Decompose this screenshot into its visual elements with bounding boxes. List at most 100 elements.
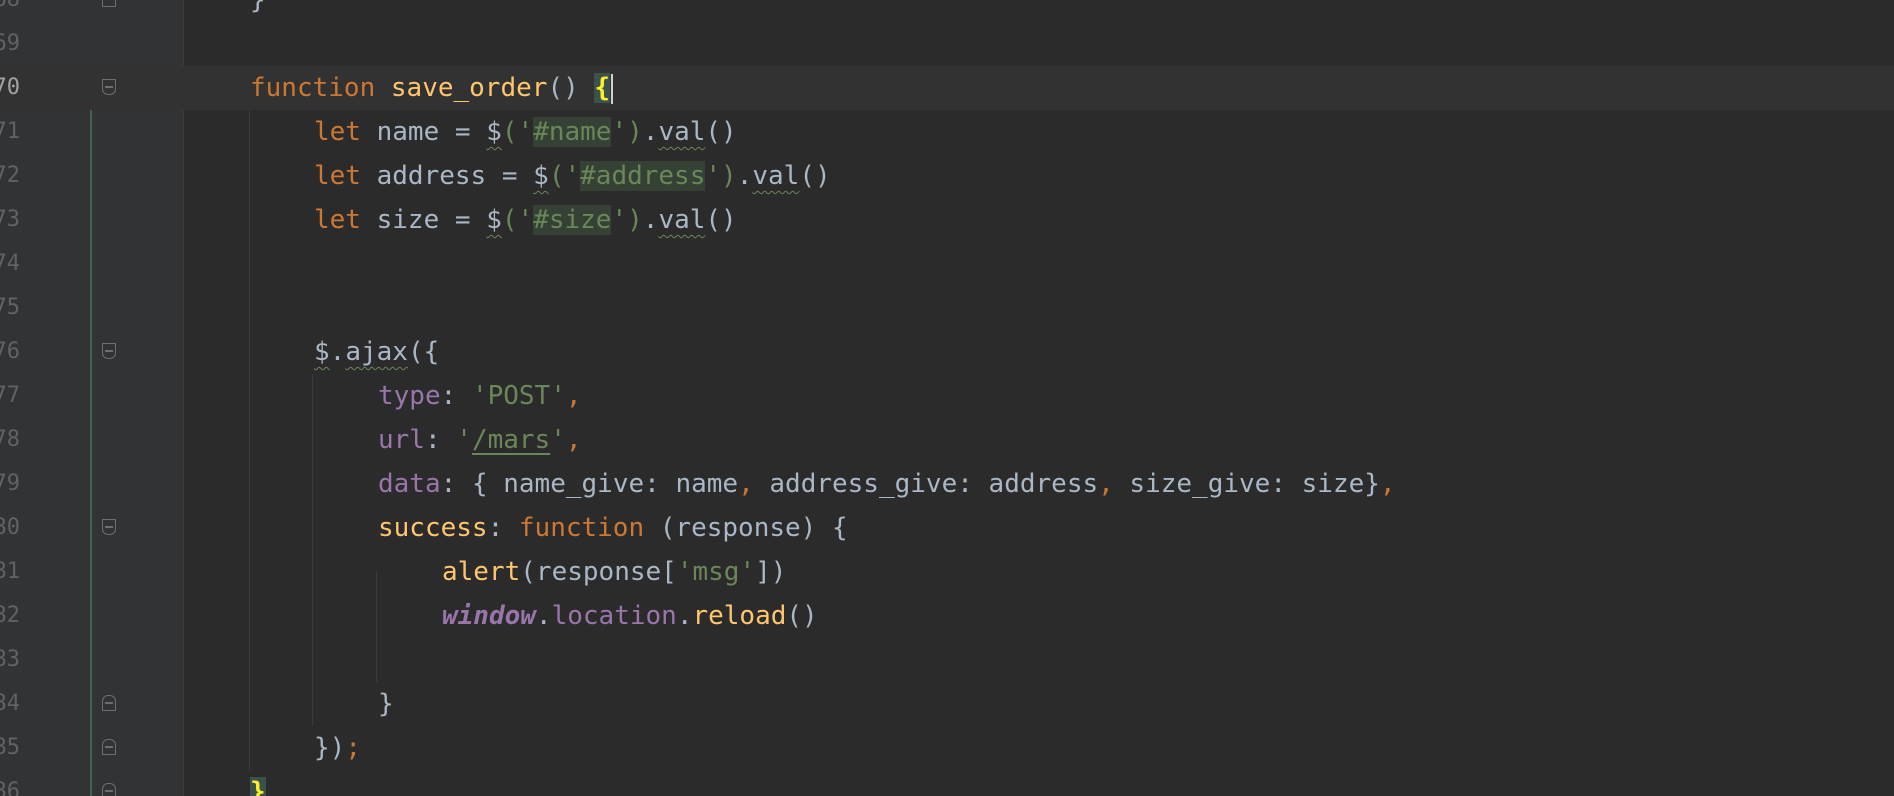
call-parens: () — [786, 601, 818, 631]
code-text[interactable]: } — [378, 682, 394, 726]
property: location — [551, 601, 677, 631]
code-line[interactable]: 85 }); — [0, 726, 1894, 770]
function-name: save_order — [390, 73, 548, 103]
code-line[interactable]: 77 type: 'POST', — [0, 374, 1894, 418]
dot: . — [676, 601, 693, 631]
object-key: address_give — [753, 469, 958, 499]
url-link[interactable]: /mars — [472, 425, 550, 455]
colon: : — [440, 381, 472, 411]
code-line[interactable]: 86 } — [0, 770, 1894, 796]
close-brace: } — [1364, 469, 1380, 499]
string-quote: (' — [501, 205, 534, 235]
line-number[interactable]: 71 — [0, 110, 20, 154]
code-text[interactable]: } — [250, 770, 266, 796]
code-line[interactable]: 75 — [0, 286, 1894, 330]
dot: . — [642, 205, 659, 235]
colon: : — [644, 469, 676, 499]
code-line[interactable]: 81 alert(response['msg']) — [0, 550, 1894, 594]
code-text[interactable]: alert(response['msg']) — [442, 550, 786, 594]
line-number[interactable]: 82 — [0, 594, 20, 638]
dot: . — [736, 161, 753, 191]
method: val — [658, 205, 706, 235]
line-number[interactable]: 72 — [0, 154, 20, 198]
line-number[interactable]: 78 — [0, 418, 20, 462]
code-text[interactable]: let address = $('#address').val() — [314, 154, 831, 198]
line-number[interactable]: 75 — [0, 286, 20, 330]
code-line[interactable]: 69 — [0, 22, 1894, 66]
code-text[interactable]: $.ajax({ — [314, 330, 439, 374]
fold-end-icon[interactable] — [102, 695, 116, 711]
colon: : — [487, 513, 519, 543]
close-brackets: }) — [314, 733, 346, 763]
code-text[interactable]: let name = $('#name').val() — [314, 110, 737, 154]
line-number[interactable]: 74 — [0, 242, 20, 286]
code-line[interactable]: 79 data: { name_give: name, address_give… — [0, 462, 1894, 506]
variable: name — [376, 117, 440, 147]
operator: = — [486, 161, 534, 191]
string-quote: (' — [548, 161, 581, 191]
object-key: url — [378, 425, 425, 455]
matched-brace: } — [250, 777, 266, 796]
code-line[interactable]: 84 } — [0, 682, 1894, 726]
line-number[interactable]: 73 — [0, 198, 20, 242]
open-brace: { — [471, 469, 504, 499]
line-number[interactable]: 70 — [0, 66, 20, 110]
line-number[interactable]: 81 — [0, 550, 20, 594]
fold-start-icon[interactable] — [102, 519, 116, 535]
keyword: function — [518, 513, 645, 543]
operator: = — [439, 205, 487, 235]
code-text[interactable]: let size = $('#size').val() — [314, 198, 737, 242]
code-line[interactable]: 71 let name = $('#name').val() — [0, 110, 1894, 154]
variable: name — [675, 469, 739, 499]
fold-end-icon[interactable] — [102, 739, 116, 755]
params: (response) { — [644, 513, 848, 543]
code-line[interactable]: 83 — [0, 638, 1894, 682]
brace: } — [250, 0, 266, 15]
jquery: $ — [486, 205, 502, 235]
code-text[interactable]: url: '/mars', — [378, 418, 582, 462]
close-brace: } — [378, 689, 394, 719]
fold-end-icon[interactable] — [102, 783, 116, 796]
code-text[interactable]: window.location.reload() — [442, 594, 818, 638]
object-key: type — [378, 381, 441, 411]
call-parens: () — [799, 161, 831, 191]
code-line[interactable]: 68 } — [0, 0, 1894, 22]
line-number[interactable]: 86 — [0, 770, 20, 796]
code-line-current[interactable]: 70 function save_order() { — [0, 66, 1894, 110]
code-text[interactable]: type: 'POST', — [378, 374, 582, 418]
text-caret — [611, 73, 614, 104]
fold-start-icon[interactable] — [102, 343, 116, 359]
keyword: let — [314, 205, 361, 235]
code-text[interactable]: function save_order() { — [250, 66, 614, 110]
code-line[interactable]: 78 url: '/mars', — [0, 418, 1894, 462]
code-text[interactable]: }); — [314, 726, 361, 770]
code-text[interactable]: data: { name_give: name, address_give: a… — [378, 462, 1396, 506]
code-text[interactable]: } — [250, 0, 266, 22]
code-line[interactable]: 73 let size = $('#size').val() — [0, 198, 1894, 242]
line-number[interactable]: 80 — [0, 506, 20, 550]
selector-string: #name — [533, 117, 612, 147]
line-number[interactable]: 68 — [0, 0, 20, 22]
open-brackets: ({ — [407, 337, 440, 367]
code-line[interactable]: 80 success: function (response) { — [0, 506, 1894, 550]
code-text[interactable]: success: function (response) { — [378, 506, 848, 550]
line-number[interactable]: 69 — [0, 22, 20, 66]
function-call: alert — [442, 557, 521, 587]
code-line[interactable]: 74 — [0, 242, 1894, 286]
code-line[interactable]: 82 window.location.reload() — [0, 594, 1894, 638]
line-number[interactable]: 84 — [0, 682, 20, 726]
line-number[interactable]: 83 — [0, 638, 20, 682]
line-number[interactable]: 79 — [0, 462, 20, 506]
colon: : — [440, 469, 472, 499]
line-number[interactable]: 76 — [0, 330, 20, 374]
operator: = — [439, 117, 487, 147]
code-line[interactable]: 72 let address = $('#address').val() — [0, 154, 1894, 198]
fold-end-icon[interactable] — [102, 0, 116, 7]
line-number[interactable]: 85 — [0, 726, 20, 770]
jquery: $ — [533, 161, 549, 191]
line-number[interactable]: 77 — [0, 374, 20, 418]
code-editor[interactable]: 68 } 69 70 function save_order() { 71 le… — [0, 0, 1894, 796]
variable: address — [376, 161, 487, 191]
code-line[interactable]: 76 $.ajax({ — [0, 330, 1894, 374]
fold-start-icon[interactable] — [102, 79, 116, 95]
